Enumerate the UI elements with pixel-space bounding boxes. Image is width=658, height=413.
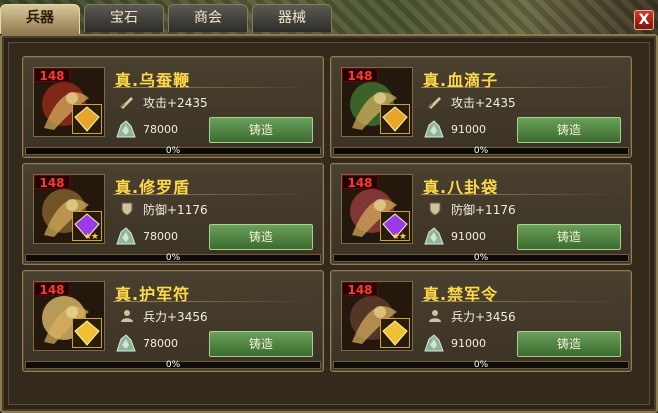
item-icon[interactable]: 148 [33, 281, 105, 351]
ore-icon [115, 333, 137, 353]
progress-bar: 0% [333, 360, 629, 370]
soldier-icon [119, 308, 135, 322]
tab-gems[interactable]: 宝石 [84, 4, 164, 32]
tab-equipment[interactable]: 器械 [252, 4, 332, 32]
star-rating: ★★ [83, 232, 99, 242]
progress-bar: 0% [25, 360, 321, 370]
progress-bar: 0% [333, 253, 629, 263]
item-icon[interactable]: 148 [341, 281, 413, 351]
item-cost: 91000 [451, 337, 486, 350]
ore-icon [423, 119, 445, 139]
item-stat: 攻击+2435 [451, 96, 516, 110]
ore-icon [115, 119, 137, 139]
ore-icon [423, 226, 445, 246]
item-stat: 防御+1176 [451, 203, 516, 217]
gem-icon [380, 318, 410, 348]
tab-guild[interactable]: 商会 [168, 4, 248, 32]
divider [421, 87, 621, 88]
progress-label: 0% [473, 146, 489, 156]
level-badge: 148 [34, 282, 70, 297]
ore-icon [423, 333, 445, 353]
item-card: 148 真.血滴子 攻击+2435 91000 铸造 0% [330, 56, 632, 158]
tab-weapons[interactable]: 兵器 [0, 4, 80, 34]
item-card: 148 ★★ 真.八卦袋 防御+1176 91000 铸造 0% [330, 163, 632, 265]
divider [421, 194, 621, 195]
progress-bar: 0% [333, 146, 629, 156]
ore-icon [115, 226, 137, 246]
item-cost: 91000 [451, 123, 486, 136]
progress-label: 0% [165, 146, 181, 156]
progress-bar: 0% [25, 253, 321, 263]
item-stat: 攻击+2435 [143, 96, 208, 110]
item-card: 148 真.护军符 兵力+3456 78000 铸造 0% [22, 270, 324, 372]
item-card: 148 真.乌蚕鞭 攻击+2435 78000 铸造 0% [22, 56, 324, 158]
item-icon[interactable]: 148 ★★ [341, 174, 413, 244]
forge-button[interactable]: 铸造 [209, 224, 313, 250]
sword-icon [119, 94, 135, 109]
shield-icon [119, 201, 135, 216]
forge-button[interactable]: 铸造 [517, 224, 621, 250]
divider [113, 87, 313, 88]
forge-button[interactable]: 铸造 [517, 331, 621, 357]
item-card: 148 真.禁军令 兵力+3456 91000 铸造 0% [330, 270, 632, 372]
level-badge: 148 [342, 175, 378, 190]
divider [421, 301, 621, 302]
tab-bar: 兵器 宝石 商会 器械 [0, 4, 336, 34]
soldier-icon [427, 308, 443, 322]
item-icon[interactable]: 148 [33, 67, 105, 137]
progress-label: 0% [165, 253, 181, 263]
level-badge: 148 [34, 175, 70, 190]
item-card: 148 ★★ 真.修罗盾 防御+1176 78000 铸造 0% [22, 163, 324, 265]
item-cost: 78000 [143, 123, 178, 136]
forge-button[interactable]: 铸造 [209, 331, 313, 357]
item-icon[interactable]: 148 [341, 67, 413, 137]
gem-icon [380, 104, 410, 134]
item-cost: 78000 [143, 337, 178, 350]
progress-label: 0% [165, 360, 181, 370]
item-cost: 91000 [451, 230, 486, 243]
level-badge: 148 [342, 282, 378, 297]
star-rating: ★★ [391, 232, 407, 242]
divider [113, 194, 313, 195]
gem-icon [72, 318, 102, 348]
item-stat: 防御+1176 [143, 203, 208, 217]
item-cost: 78000 [143, 230, 178, 243]
level-badge: 148 [34, 68, 70, 83]
close-button[interactable]: X [634, 10, 654, 30]
gem-icon [72, 104, 102, 134]
item-stat: 兵力+3456 [451, 310, 516, 324]
forge-button[interactable]: 铸造 [517, 117, 621, 143]
progress-label: 0% [473, 360, 489, 370]
shield-icon [427, 201, 443, 216]
sword-icon [427, 94, 443, 109]
progress-label: 0% [473, 253, 489, 263]
divider [113, 301, 313, 302]
progress-bar: 0% [25, 146, 321, 156]
item-stat: 兵力+3456 [143, 310, 208, 324]
forge-button[interactable]: 铸造 [209, 117, 313, 143]
item-icon[interactable]: 148 ★★ [33, 174, 105, 244]
level-badge: 148 [342, 68, 378, 83]
